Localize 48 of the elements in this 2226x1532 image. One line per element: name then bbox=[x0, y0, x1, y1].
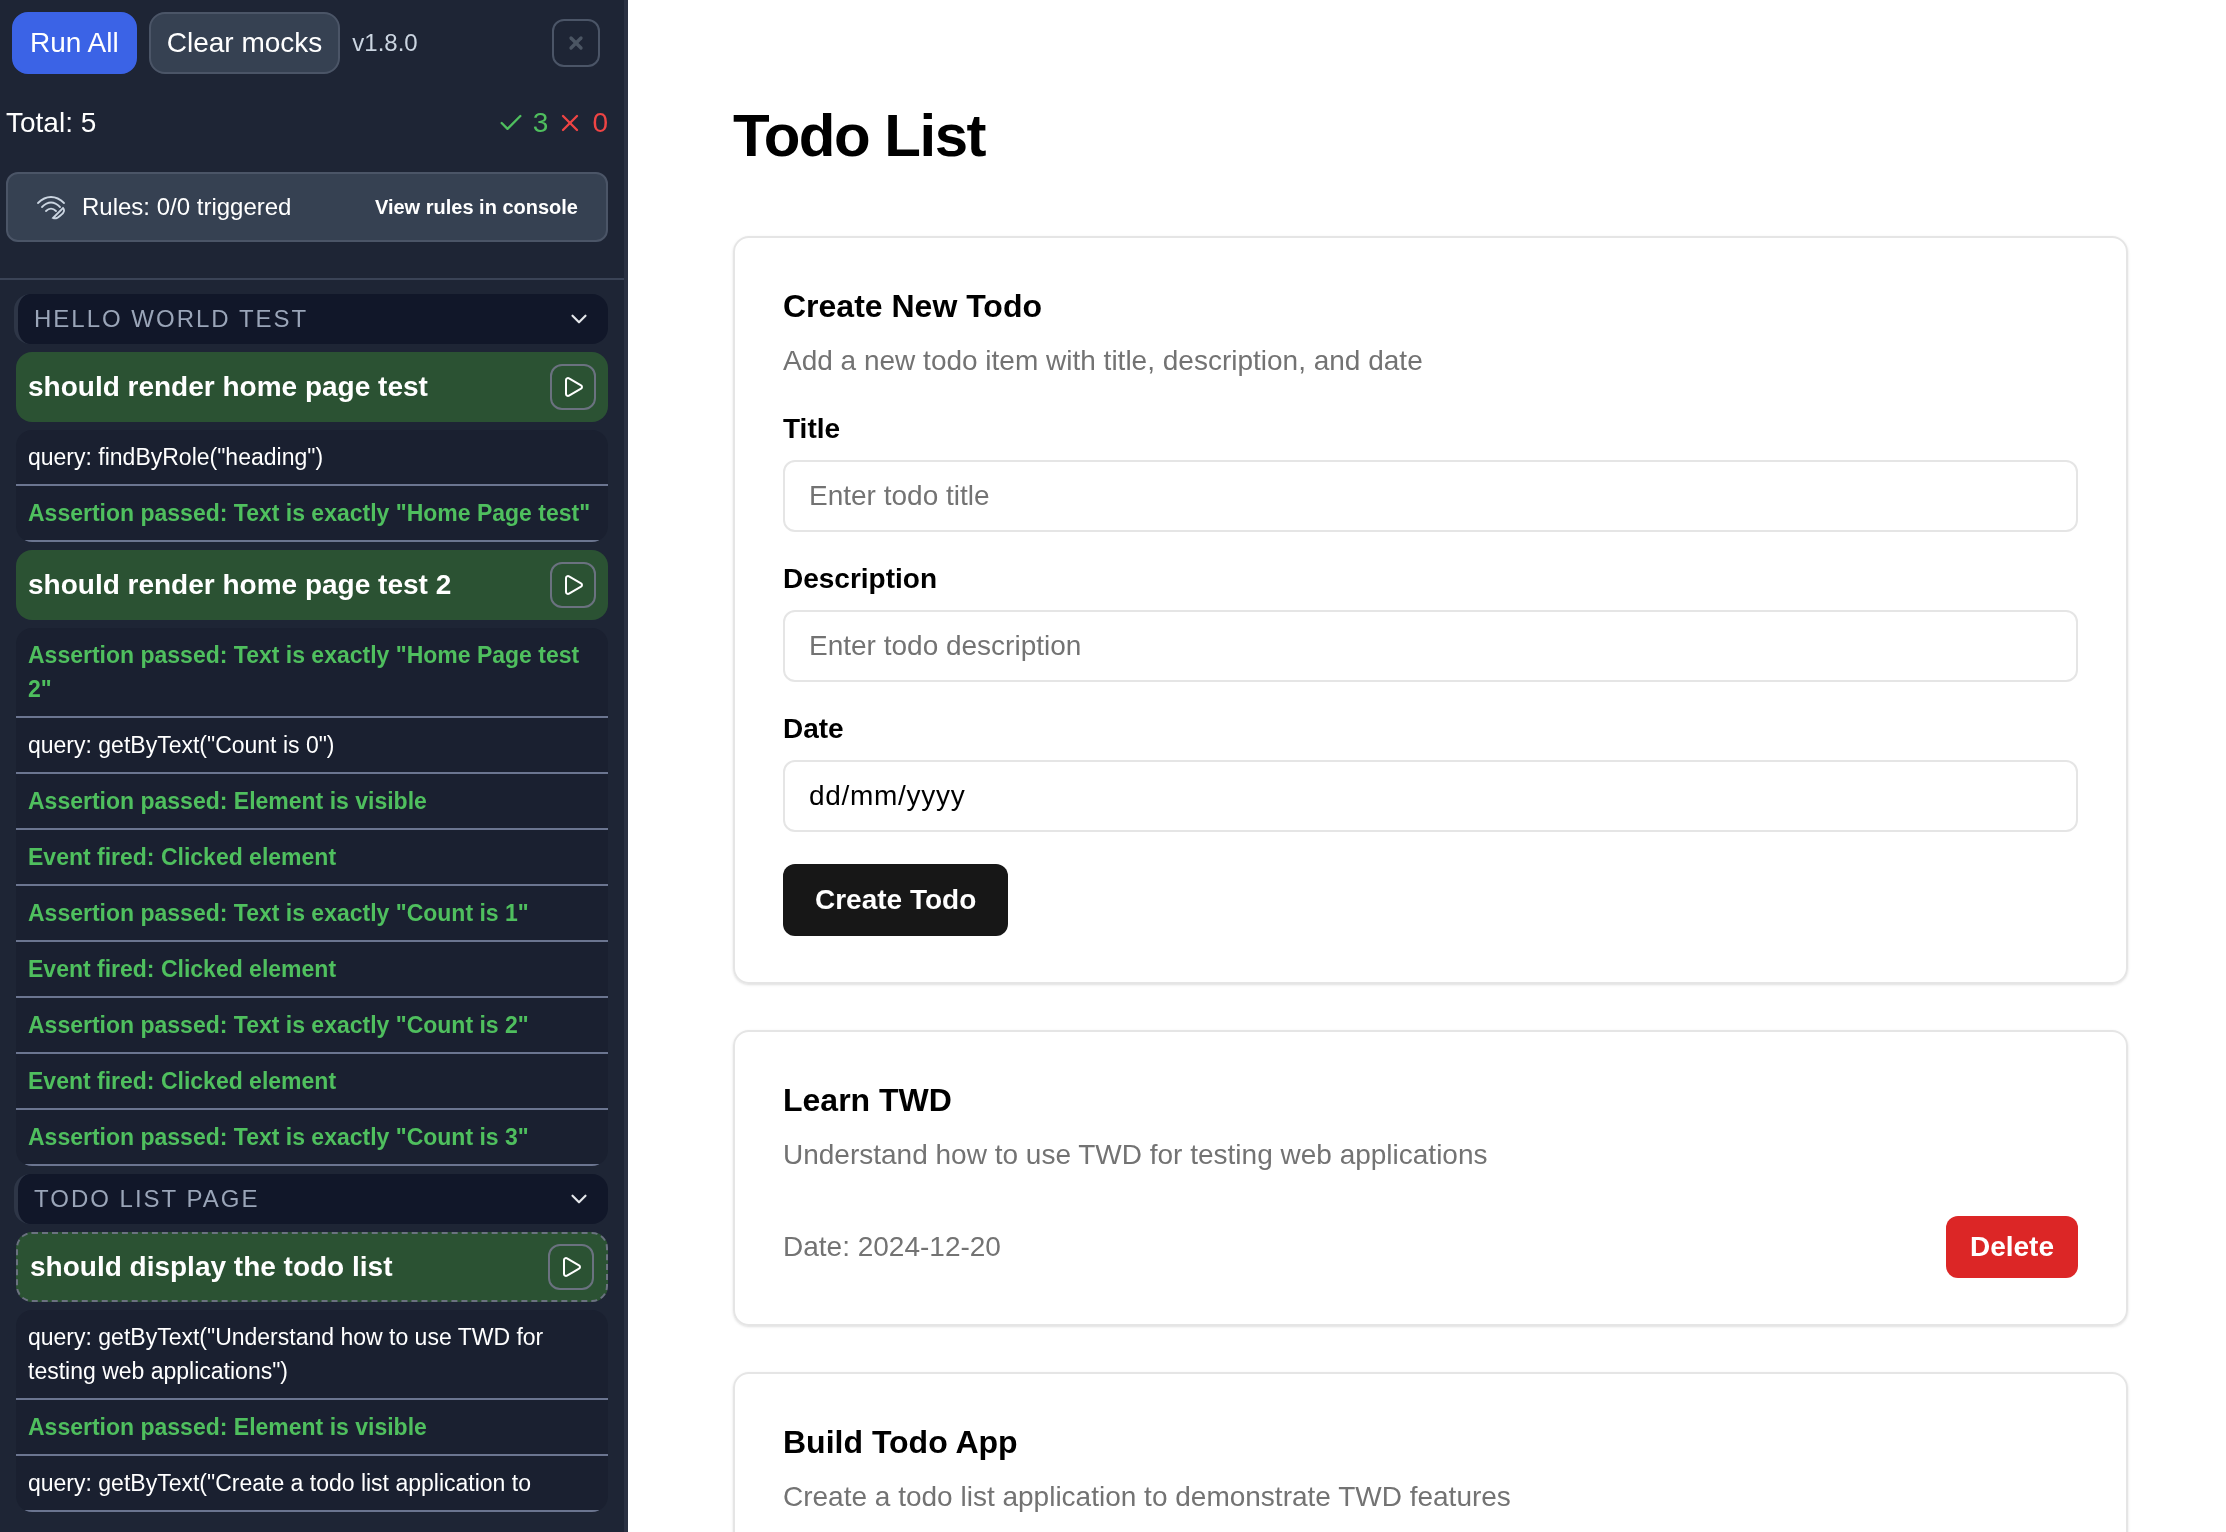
rules-status: Rules: 0/0 triggered bbox=[82, 192, 292, 222]
group-header[interactable]: HELLO WORLD TEST bbox=[14, 294, 608, 344]
passed-count: 3 bbox=[532, 106, 549, 140]
test-item[interactable]: should render home page test bbox=[16, 352, 608, 422]
group-header[interactable]: TODO LIST PAGE bbox=[14, 1174, 608, 1224]
log-step: Assertion passed: Text is exactly "Home Page test" bbox=[16, 486, 608, 542]
play-icon[interactable] bbox=[550, 562, 596, 608]
version-label: v1.8.0 bbox=[352, 28, 418, 58]
play-icon[interactable] bbox=[550, 364, 596, 410]
log-step: Assertion passed: Text is exactly "Home Page test 2" bbox=[16, 628, 608, 718]
page-title: Todo List bbox=[733, 101, 987, 171]
log-step: Assertion passed: Element is visible bbox=[16, 1400, 608, 1456]
log-step: query: getByText("Create a todo list application to bbox=[16, 1456, 608, 1512]
log-step: Event fired: Clicked element bbox=[16, 830, 608, 886]
clear-mocks-button[interactable]: Clear mocks bbox=[148, 12, 341, 74]
log-step: query: findByRole("heading") bbox=[16, 430, 608, 486]
failed-count: 0 bbox=[592, 106, 608, 140]
field-label: Title bbox=[783, 412, 842, 446]
todo-description: Understand how to use TWD for testing web applications bbox=[783, 1138, 1489, 1172]
log-step: Assertion passed: Text is exactly "Count is 1" bbox=[16, 886, 608, 942]
log-step: Event fired: Clicked element bbox=[16, 1054, 608, 1110]
log-step: Assertion passed: Element is visible bbox=[16, 774, 608, 830]
card-subtitle: Add a new todo item with title, description, and date bbox=[783, 344, 1424, 378]
text-field[interactable]: Enter todo description bbox=[783, 610, 2078, 682]
log-step: query: getByText("Count is 0") bbox=[16, 718, 608, 774]
todo-description: Create a todo list application to demonstrate TWD features bbox=[783, 1480, 1512, 1514]
total-count: Total: 5 bbox=[6, 106, 97, 140]
date-field[interactable]: dd/mm/yyyy bbox=[783, 760, 2078, 832]
text-field[interactable]: Enter todo title bbox=[783, 460, 2078, 532]
run-all-button[interactable]: Run All bbox=[12, 12, 137, 74]
log-step: Assertion passed: Text is exactly "Count is 3" bbox=[16, 1110, 608, 1166]
log-step: query: getByText("Understand how to use TWD for testing web applications") bbox=[16, 1310, 608, 1400]
test-item[interactable]: should display the todo list bbox=[16, 1232, 608, 1302]
field-label: Date bbox=[783, 712, 845, 746]
todo-title: Build Todo App bbox=[783, 1423, 1019, 1462]
log-step: Assertion passed: Text is exactly "Count is 2" bbox=[16, 998, 608, 1054]
card-title: Create New Todo bbox=[783, 287, 1043, 326]
log-step: Event fired: Clicked element bbox=[16, 942, 608, 998]
create-todo-button[interactable]: Create Todo bbox=[783, 864, 1009, 936]
view-rules-link[interactable]: View rules in console bbox=[374, 192, 578, 222]
field-label: Description bbox=[783, 562, 939, 596]
wifi-icon bbox=[36, 194, 66, 220]
test-item[interactable]: should render home page test 2 bbox=[16, 550, 608, 620]
todo-title: Learn TWD bbox=[783, 1081, 953, 1120]
close-icon bbox=[566, 33, 586, 53]
delete-button[interactable]: Delete bbox=[1945, 1216, 2078, 1278]
play-icon[interactable] bbox=[548, 1244, 594, 1290]
todo-date: Date: 2024-12-20 bbox=[783, 1230, 1001, 1264]
